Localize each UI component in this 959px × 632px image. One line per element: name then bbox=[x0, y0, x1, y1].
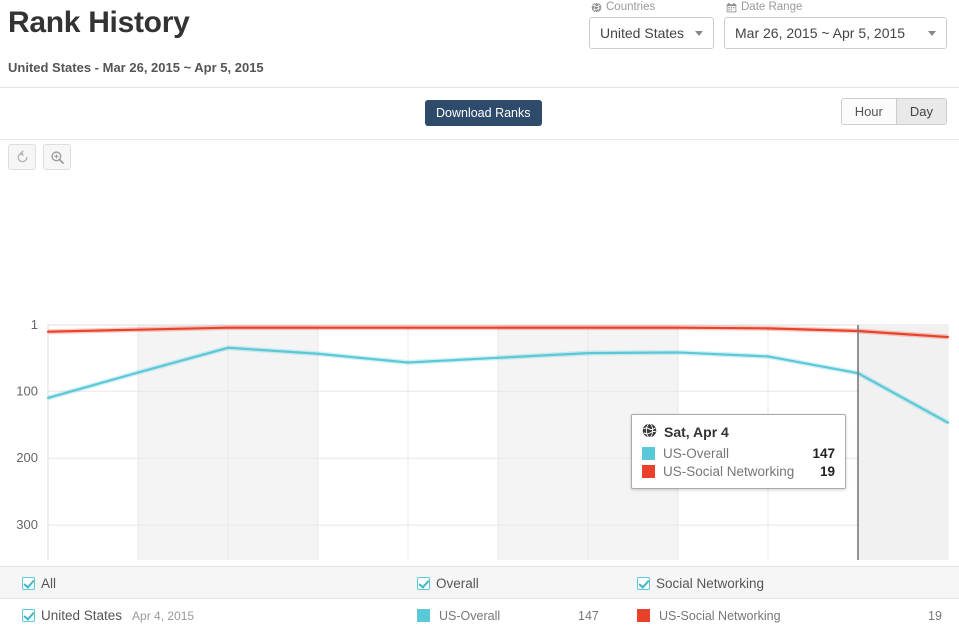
checkbox-overall[interactable] bbox=[417, 577, 430, 590]
y-axis-tick-label: 300 bbox=[16, 517, 38, 532]
checkbox-all[interactable] bbox=[22, 577, 35, 590]
legend-overall-value-cell: 147 bbox=[578, 599, 599, 632]
series-color-swatch bbox=[642, 447, 655, 460]
download-ranks-button[interactable]: Download Ranks bbox=[425, 100, 542, 126]
countries-filter-label: Countries bbox=[589, 0, 714, 14]
legend-overall-series-cell: US-Overall bbox=[417, 599, 500, 632]
legend-overall-label: Overall bbox=[436, 576, 479, 591]
daterange-filter-label: Date Range bbox=[724, 0, 947, 14]
page-header: Rank History United States - Mar 26, 201… bbox=[0, 0, 959, 88]
legend-country-cell[interactable]: United States Apr 4, 2015 bbox=[22, 599, 194, 632]
legend-social-label: Social Networking bbox=[656, 576, 765, 591]
legend-check-social[interactable]: Social Networking bbox=[637, 567, 764, 600]
daterange-select[interactable]: Mar 26, 2015 ~ Apr 5, 2015 bbox=[724, 17, 947, 49]
granularity-day-button[interactable]: Day bbox=[896, 99, 946, 124]
tooltip-row-social: US-Social Networking 19 bbox=[642, 464, 835, 479]
chart-area: 1100200300400500 App Annie STORE STATS S… bbox=[0, 140, 959, 632]
globe-icon bbox=[591, 1, 602, 13]
tooltip-series-name: US-Overall bbox=[663, 446, 730, 461]
chart-shaded-region bbox=[859, 325, 948, 560]
countries-filter: Countries United States bbox=[589, 0, 714, 49]
granularity-hour-button[interactable]: Hour bbox=[841, 99, 897, 124]
legend-check-overall[interactable]: Overall bbox=[417, 567, 479, 600]
chevron-down-icon bbox=[928, 30, 936, 36]
legend-country-date: Apr 4, 2015 bbox=[132, 608, 195, 623]
rank-history-plot[interactable]: 1100200300400500 bbox=[0, 140, 959, 560]
daterange-label-text: Date Range bbox=[741, 1, 803, 13]
y-axis-tick-label: 100 bbox=[16, 383, 38, 398]
series-color-swatch bbox=[637, 609, 650, 622]
page-subtitle: United States - Mar 26, 2015 ~ Apr 5, 20… bbox=[8, 60, 264, 75]
legend-social-value-cell: 19 bbox=[928, 599, 942, 632]
legend-series-value: 19 bbox=[928, 608, 942, 623]
tooltip-series-value: 19 bbox=[819, 464, 835, 479]
rank-history-page: Rank History United States - Mar 26, 201… bbox=[0, 0, 959, 632]
countries-label-text: Countries bbox=[606, 1, 656, 13]
chart-tooltip: Sat, Apr 4 US-Overall 147 US-Social Netw… bbox=[631, 414, 846, 489]
country-select-value: United States bbox=[600, 25, 685, 41]
legend-series-value: 147 bbox=[578, 608, 599, 623]
legend-series-name: US-Social Networking bbox=[659, 608, 781, 623]
y-axis-tick-label: 200 bbox=[16, 450, 38, 465]
plot-canvas[interactable]: 1100200300400500 bbox=[0, 140, 959, 560]
y-axis-tick-label: 1 bbox=[31, 317, 38, 332]
checkbox-united-states[interactable] bbox=[22, 609, 35, 622]
tooltip-series-value: 147 bbox=[812, 446, 835, 461]
series-color-swatch bbox=[642, 465, 655, 478]
filter-bar: Countries United States Date Range Mar 2… bbox=[589, 0, 947, 49]
legend-series-name: US-Overall bbox=[439, 608, 501, 623]
legend-data-row: United States Apr 4, 2015 US-Overall 147… bbox=[0, 599, 959, 632]
tooltip-row-overall: US-Overall 147 bbox=[642, 446, 835, 461]
tooltip-header: Sat, Apr 4 bbox=[642, 423, 835, 441]
daterange-filter: Date Range Mar 26, 2015 ~ Apr 5, 2015 bbox=[724, 0, 947, 49]
series-legend: All Overall Social Networking United Sta… bbox=[0, 566, 959, 632]
country-select[interactable]: United States bbox=[589, 17, 714, 49]
legend-header-row: All Overall Social Networking bbox=[0, 566, 959, 599]
page-title: Rank History bbox=[8, 6, 190, 39]
tooltip-series-name: US-Social Networking bbox=[663, 464, 795, 479]
chevron-down-icon bbox=[695, 30, 703, 36]
legend-social-series-cell: US-Social Networking bbox=[637, 599, 781, 632]
daterange-select-value: Mar 26, 2015 ~ Apr 5, 2015 bbox=[735, 25, 906, 41]
legend-check-all[interactable]: All bbox=[22, 567, 56, 600]
series-color-swatch bbox=[417, 609, 430, 622]
checkbox-social-networking[interactable] bbox=[637, 577, 650, 590]
calendar-icon bbox=[726, 2, 737, 13]
legend-all-label: All bbox=[41, 576, 57, 591]
tooltip-date: Sat, Apr 4 bbox=[664, 424, 729, 440]
granularity-toggle: Hour Day bbox=[840, 98, 947, 125]
chart-toolbar: Download Ranks Hour Day bbox=[0, 88, 959, 140]
globe-icon bbox=[642, 423, 657, 441]
legend-country-name: United States bbox=[41, 608, 123, 623]
